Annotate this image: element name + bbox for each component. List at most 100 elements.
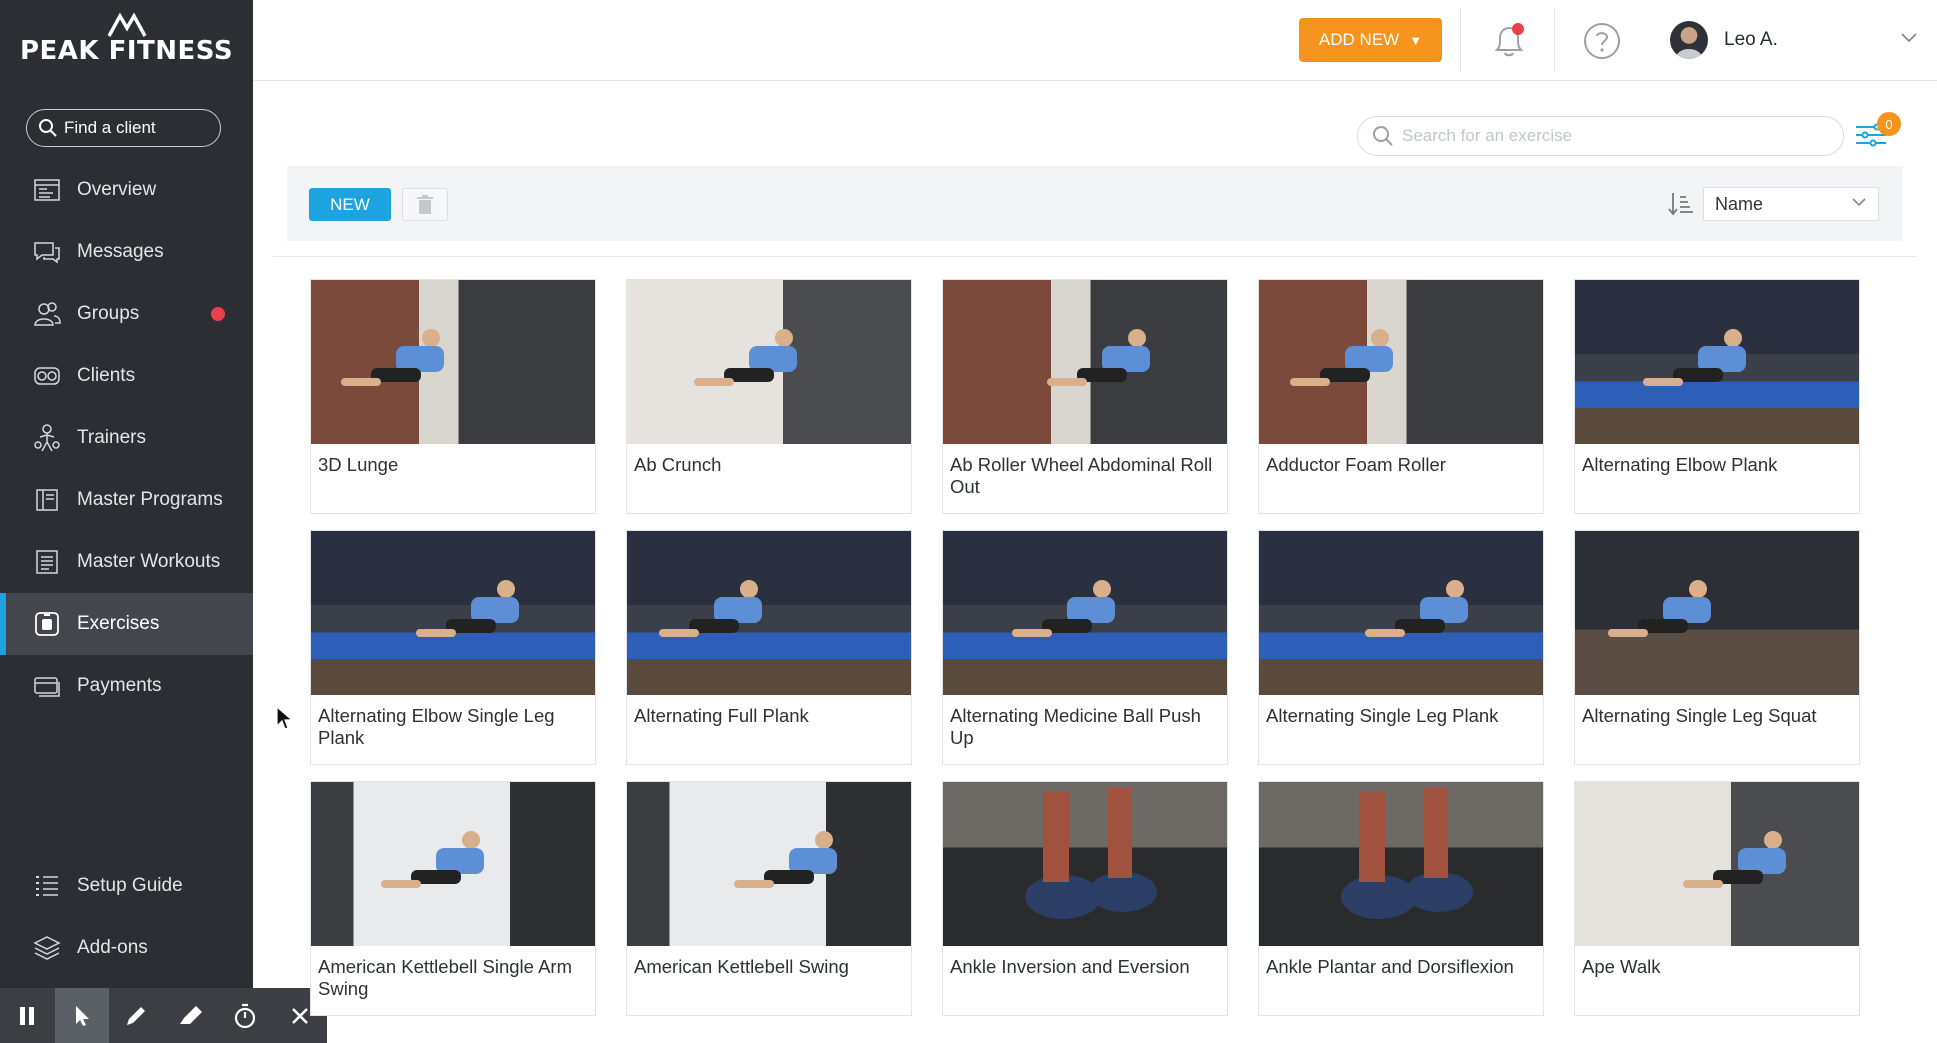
trainers-icon (33, 424, 61, 452)
exercise-card[interactable]: American Kettlebell Single Arm Swing (310, 781, 596, 1016)
programs-icon (33, 486, 61, 514)
exercise-figure (1012, 580, 1115, 637)
exercise-search-input[interactable] (1402, 126, 1822, 146)
exercise-thumbnail (1575, 782, 1859, 946)
add-new-button[interactable]: ADD NEW ▼ (1299, 18, 1442, 62)
exercise-card[interactable]: Alternating Single Leg Plank (1258, 530, 1544, 765)
chevron-down-icon[interactable] (1900, 32, 1918, 44)
sidebar-item-master-programs[interactable]: Master Programs (0, 469, 253, 531)
exercise-thumbnail (311, 782, 595, 946)
exercise-title: Ankle Plantar and Dorsiflexion (1266, 956, 1514, 977)
sidebar-item-exercises[interactable]: Exercises (0, 593, 253, 655)
exercise-title: Alternating Elbow Single Leg Plank (318, 705, 555, 748)
highlighter-tool-button[interactable] (164, 988, 219, 1043)
help-icon (1584, 23, 1620, 59)
overview-icon (33, 176, 61, 204)
exercise-card[interactable]: Ab Crunch (626, 279, 912, 514)
sidebar-item-setup-guide[interactable]: Setup Guide (0, 855, 253, 917)
sidebar-item-label: Payments (77, 675, 162, 696)
sidebar-item-label: Exercises (77, 613, 160, 634)
exercise-title: Alternating Single Leg Plank (1266, 705, 1499, 726)
sidebar-item-trainers[interactable]: Trainers (0, 407, 253, 469)
exercise-card[interactable]: Ape Walk (1574, 781, 1860, 1016)
sidebar-item-label: Setup Guide (77, 875, 183, 896)
exercise-card[interactable]: Alternating Full Plank (626, 530, 912, 765)
exercise-figure (1047, 329, 1150, 386)
exercise-title: Alternating Elbow Plank (1582, 454, 1778, 475)
exercise-card[interactable]: Alternating Single Leg Squat (1574, 530, 1860, 765)
exercise-card[interactable]: Adductor Foam Roller (1258, 279, 1544, 514)
sidebar-item-groups[interactable]: Groups (0, 283, 253, 345)
pause-icon (20, 1006, 35, 1025)
exercise-title: Ab Crunch (634, 454, 722, 475)
sidebar-item-label: Messages (77, 241, 164, 262)
exercise-card[interactable]: Alternating Medicine Ball Push Up (942, 530, 1228, 765)
payments-icon (33, 672, 61, 700)
sidebar-item-messages[interactable]: Messages (0, 221, 253, 283)
trash-icon (417, 194, 433, 214)
sort-icon (1668, 193, 1693, 216)
delete-button[interactable] (402, 188, 448, 221)
exercise-thumbnail (627, 280, 911, 444)
exercise-figure (694, 329, 797, 386)
brand-name: PEAK FITNESS (19, 36, 234, 66)
clients-icon (33, 362, 61, 390)
exercise-title: American Kettlebell Swing (634, 956, 849, 977)
pen-icon (127, 1006, 146, 1025)
exercise-title: Alternating Single Leg Squat (1582, 705, 1817, 726)
notifications-button[interactable] (1489, 20, 1529, 65)
brand[interactable]: PEAK FITNESS (0, 12, 253, 66)
exercise-thumbnail (1259, 531, 1543, 695)
exercise-card[interactable]: Ankle Plantar and Dorsiflexion (1258, 781, 1544, 1016)
exercise-card[interactable]: 3D Lunge (310, 279, 596, 514)
exercise-card[interactable]: Alternating Elbow Plank (1574, 279, 1860, 514)
pointer-icon (75, 1005, 89, 1026)
user-menu[interactable]: Leo A. (1670, 20, 1778, 60)
sort-direction-button[interactable] (1667, 191, 1695, 222)
sidebar-item-payments[interactable]: Payments (0, 655, 253, 717)
exercise-figure (659, 580, 762, 637)
help-button[interactable] (1583, 22, 1621, 65)
sidebar-item-add-ons[interactable]: Add-ons (0, 917, 253, 979)
exercise-title: Ab Roller Wheel Abdominal Roll Out (950, 454, 1213, 497)
exercise-figure (341, 329, 444, 386)
exercise-card[interactable]: Ankle Inversion and Eversion (942, 781, 1228, 1016)
sidebar: PEAK FITNESS Find a client Overview Mess… (0, 0, 253, 1043)
sidebar-item-overview[interactable]: Overview (0, 159, 253, 221)
timer-button[interactable] (218, 988, 273, 1043)
exercise-title: Ape Walk (1582, 956, 1661, 977)
top-bar: ADD NEW ▼ Leo A. (253, 0, 1937, 81)
exercise-thumbnail (1259, 782, 1543, 946)
sidebar-item-label: Add-ons (77, 937, 148, 958)
exercise-card[interactable]: Ab Roller Wheel Abdominal Roll Out (942, 279, 1228, 514)
exercise-thumbnail (311, 531, 595, 695)
exercise-figure (416, 580, 519, 637)
user-name: Leo A. (1724, 29, 1778, 50)
new-exercise-button[interactable]: NEW (309, 188, 391, 221)
layers-icon (33, 934, 61, 962)
sort-select[interactable]: Name (1703, 187, 1879, 221)
pointer-tool-button[interactable] (54, 988, 109, 1043)
find-client-search[interactable]: Find a client (26, 109, 221, 147)
pause-button[interactable] (0, 988, 55, 1043)
sidebar-item-label: Trainers (77, 427, 146, 448)
exercise-search[interactable] (1357, 116, 1844, 156)
exercise-toolbar: NEW Name (287, 166, 1903, 241)
exercise-thumbnail (943, 531, 1227, 695)
pen-tool-button[interactable] (109, 988, 164, 1043)
recorder-toolbar (0, 988, 327, 1043)
add-new-label: ADD NEW (1318, 30, 1400, 49)
sidebar-item-label: Groups (77, 303, 140, 324)
messages-icon (33, 238, 61, 266)
exercise-thumbnail (627, 531, 911, 695)
exercise-card[interactable]: American Kettlebell Swing (626, 781, 912, 1016)
mountain-logo-icon (106, 12, 147, 37)
find-client-label: Find a client (64, 118, 156, 137)
mouse-cursor-icon (276, 706, 294, 730)
sidebar-item-clients[interactable]: Clients (0, 345, 253, 407)
exercise-card[interactable]: Alternating Elbow Single Leg Plank (310, 530, 596, 765)
divider (1554, 8, 1555, 72)
sidebar-item-master-workouts[interactable]: Master Workouts (0, 531, 253, 593)
sidebar-bottom-nav: Setup Guide Add-ons (0, 855, 253, 979)
exercise-figure (1365, 580, 1468, 637)
